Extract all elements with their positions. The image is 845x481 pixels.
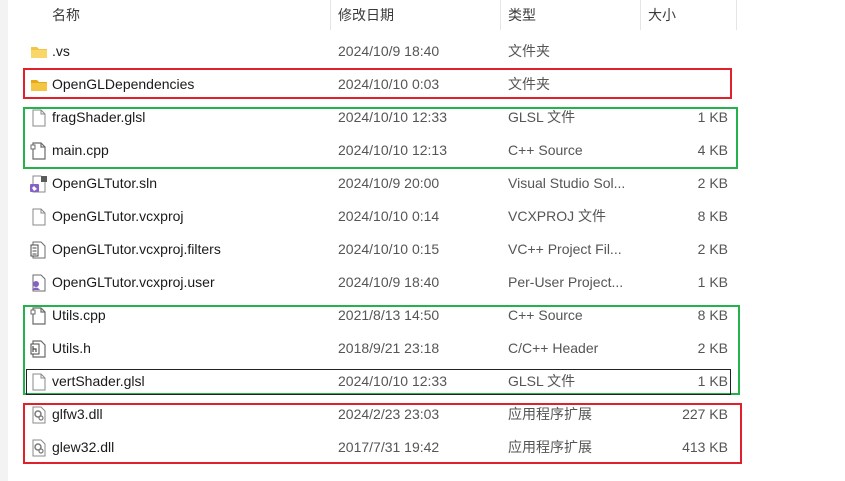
file-type: Per-User Project... <box>508 274 624 290</box>
file-name: glew32.dll <box>52 439 115 455</box>
visual-studio-solution-icon <box>30 175 47 193</box>
dll-file-icon <box>32 439 46 457</box>
blank-file-icon <box>32 208 46 226</box>
file-date: 2024/10/10 12:13 <box>338 142 447 158</box>
file-date: 2018/9/21 23:18 <box>338 340 440 356</box>
file-name: OpenGLDependencies <box>52 76 195 92</box>
column-header-bar: 名称 ⌃ 修改日期 类型 大小 <box>0 0 845 30</box>
cpp-file-icon <box>30 307 46 325</box>
file-name: OpenGLTutor.vcxproj.filters <box>52 241 221 257</box>
file-size: 4 KB <box>697 142 728 158</box>
file-row[interactable]: glew32.dll 2017/7/31 19:42 应用程序扩展 413 KB <box>0 431 845 464</box>
file-size: 8 KB <box>697 307 728 323</box>
file-size: 8 KB <box>697 208 728 224</box>
file-size: 1 KB <box>697 373 728 389</box>
file-type: 应用程序扩展 <box>508 406 592 422</box>
file-row[interactable]: OpenGLTutor.vcxproj.filters 2024/10/10 0… <box>0 233 845 266</box>
column-header-size[interactable]: 大小 <box>640 4 736 26</box>
file-date: 2024/10/9 18:40 <box>338 43 440 59</box>
file-type: 应用程序扩展 <box>508 439 592 455</box>
dll-file-icon <box>32 406 46 424</box>
column-header-date-label: 修改日期 <box>338 7 394 23</box>
file-size <box>645 35 728 68</box>
file-date: 2024/10/10 0:14 <box>338 208 440 224</box>
file-row[interactable]: OpenGLDependencies 2024/10/10 0:03 文件夹 <box>0 68 845 101</box>
file-name: glfw3.dll <box>52 406 103 422</box>
file-type: GLSL 文件 <box>508 109 576 125</box>
file-row[interactable]: main.cpp 2024/10/10 12:13 C++ Source 4 K… <box>0 134 845 167</box>
file-row[interactable]: OpenGLTutor.sln 2024/10/9 20:00 Visual S… <box>0 167 845 200</box>
file-type: VCXPROJ 文件 <box>508 208 607 224</box>
file-size: 1 KB <box>697 109 728 125</box>
column-header-type-label: 类型 <box>508 7 536 23</box>
project-user-icon <box>32 274 46 292</box>
file-size: 413 KB <box>682 439 728 455</box>
file-row[interactable]: .vs 2024/10/9 18:40 文件夹 <box>0 35 845 68</box>
file-size: 2 KB <box>697 175 728 191</box>
file-size: 1 KB <box>697 274 728 290</box>
file-date: 2017/7/31 19:42 <box>338 439 440 455</box>
file-type: GLSL 文件 <box>508 373 576 389</box>
file-date: 2021/8/13 14:50 <box>338 307 440 323</box>
file-name: OpenGLTutor.vcxproj <box>52 208 184 224</box>
blank-file-icon <box>32 373 46 391</box>
file-date: 2024/10/10 12:33 <box>338 109 447 125</box>
file-type: C/C++ Header <box>508 340 599 356</box>
file-name: main.cpp <box>52 142 109 158</box>
file-row[interactable]: Utils.h 2018/9/21 23:18 C/C++ Header 2 K… <box>0 332 845 365</box>
cpp-file-icon <box>30 142 46 160</box>
file-row[interactable]: OpenGLTutor.vcxproj 2024/10/10 0:14 VCXP… <box>0 200 845 233</box>
file-row[interactable]: vertShader.glsl 2024/10/10 12:33 GLSL 文件… <box>0 365 845 398</box>
file-date: 2024/10/10 0:03 <box>338 76 440 92</box>
column-header-name-label: 名称 <box>52 7 80 23</box>
column-header-date[interactable]: 修改日期 <box>330 4 500 26</box>
file-date: 2024/10/10 12:33 <box>338 373 447 389</box>
file-date: 2024/10/9 20:00 <box>338 175 440 191</box>
column-header-type[interactable]: 类型 <box>500 4 640 26</box>
file-row[interactable]: OpenGLTutor.vcxproj.user 2024/10/9 18:40… <box>0 266 845 299</box>
file-name: vertShader.glsl <box>52 373 145 389</box>
sort-caret-icon: ⌃ <box>178 0 188 7</box>
file-row[interactable]: fragShader.glsl 2024/10/10 12:33 GLSL 文件… <box>0 101 845 134</box>
file-date: 2024/10/9 18:40 <box>338 274 440 290</box>
file-name: Utils.cpp <box>52 307 106 323</box>
folder-icon <box>31 47 47 58</box>
file-name: fragShader.glsl <box>52 109 146 125</box>
column-header-size-label: 大小 <box>648 7 676 23</box>
file-name: .vs <box>52 43 70 59</box>
file-row[interactable]: glfw3.dll 2024/2/23 23:03 应用程序扩展 227 KB <box>0 398 845 431</box>
file-name: OpenGLTutor.sln <box>52 175 158 191</box>
file-size: 2 KB <box>697 340 728 356</box>
file-type: Visual Studio Sol... <box>508 175 626 191</box>
file-row[interactable]: Utils.cpp 2021/8/13 14:50 C++ Source 8 K… <box>0 299 845 332</box>
file-type: 文件夹 <box>508 76 550 92</box>
file-type: C++ Source <box>508 307 583 323</box>
file-type: 文件夹 <box>508 43 550 59</box>
file-type: VC++ Project Fil... <box>508 241 622 257</box>
file-name: OpenGLTutor.vcxproj.user <box>52 274 215 290</box>
file-size: 227 KB <box>682 406 728 422</box>
file-date: 2024/10/10 0:15 <box>338 241 440 257</box>
file-type: C++ Source <box>508 142 583 158</box>
file-size: 2 KB <box>697 241 728 257</box>
file-name: Utils.h <box>52 340 91 356</box>
column-header-name[interactable]: 名称 <box>44 4 330 26</box>
file-size <box>645 68 728 101</box>
file-date: 2024/2/23 23:03 <box>338 406 440 422</box>
header-file-icon <box>30 340 46 358</box>
column-divider[interactable] <box>736 0 737 30</box>
file-list: .vs 2024/10/9 18:40 文件夹 OpenGLDependenci… <box>0 35 845 464</box>
folder-icon <box>31 80 47 91</box>
project-filters-icon <box>30 241 46 259</box>
blank-file-icon <box>32 109 46 127</box>
